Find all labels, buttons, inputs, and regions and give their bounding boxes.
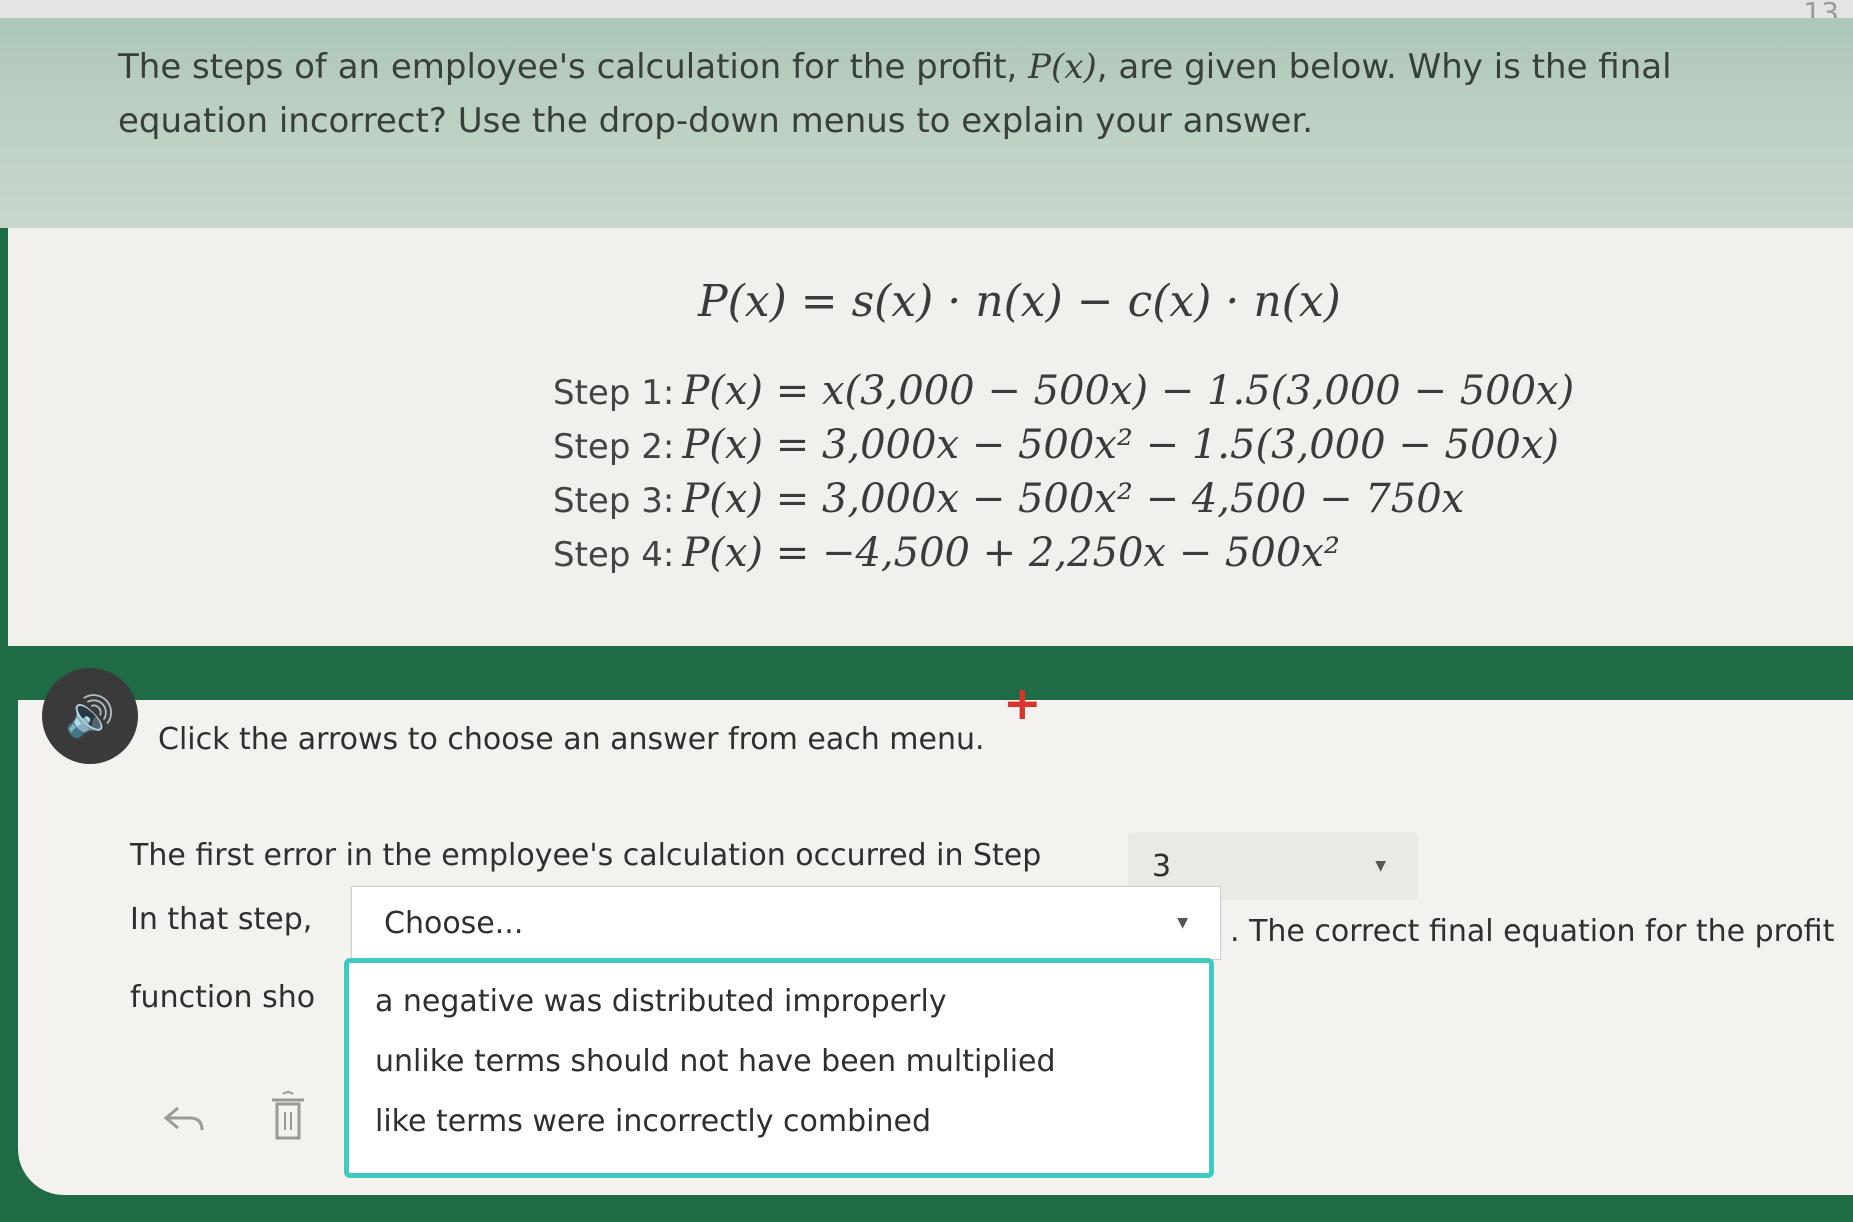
reason-select-placeholder: Choose... — [384, 905, 524, 941]
main-equation: P(x) = s(x) · n(x) − c(x) · n(x) — [698, 276, 1341, 327]
instruction-text: Click the arrows to choose an answer fro… — [158, 722, 985, 757]
chevron-down-icon[interactable]: ▼ — [1375, 858, 1386, 874]
audio-button[interactable]: 🔊 — [42, 668, 138, 764]
step-equation: P(x) = 3,000x − 500x² − 1.5(3,000 − 500x… — [682, 422, 1560, 468]
section-divider — [0, 646, 1853, 706]
prompt-line1-after: , are given below. Why is the final — [1096, 47, 1672, 87]
back-arrow-icon[interactable] — [160, 1100, 210, 1140]
step-label: Step 2: — [553, 427, 675, 467]
step-select-value: 3 — [1152, 848, 1172, 884]
step-equation: P(x) = 3,000x − 500x² − 4,500 − 750x — [682, 476, 1465, 522]
chevron-down-icon[interactable]: ▼ — [1177, 915, 1188, 931]
question-panel: P(x) = s(x) · n(x) − c(x) · n(x) Step 1:… — [8, 228, 1853, 646]
answer-panel: 🔊 Click the arrows to choose an answer f… — [18, 668, 1853, 1195]
step-row: Step 1: P(x) = x(3,000 − 500x) − 1.5(3,0… — [553, 368, 1574, 422]
audio-icon: 🔊 — [65, 693, 115, 740]
prompt-line1-before: The steps of an employee's calculation f… — [118, 47, 1029, 87]
step-list: Step 1: P(x) = x(3,000 − 500x) − 1.5(3,0… — [553, 368, 1574, 584]
function-text: function sho — [130, 980, 316, 1015]
trash-icon[interactable] — [268, 1088, 308, 1144]
dropdown-option[interactable]: a negative was distributed improperly — [349, 971, 1209, 1031]
prompt-text: The steps of an employee's calculation f… — [118, 40, 1848, 148]
dropdown-option[interactable]: unlike terms should not have been multip… — [349, 1031, 1209, 1091]
reason-dropdown-menu: a negative was distributed improperly un… — [344, 958, 1214, 1178]
step-equation: P(x) = −4,500 + 2,250x − 500x² — [682, 530, 1340, 576]
prompt-band: The steps of an employee's calculation f… — [0, 18, 1853, 228]
step-row: Step 2: P(x) = 3,000x − 500x² − 1.5(3,00… — [553, 422, 1574, 476]
prompt-line2: equation incorrect? Use the drop-down me… — [118, 101, 1314, 141]
top-strip — [0, 0, 1853, 18]
step-row: Step 4: P(x) = −4,500 + 2,250x − 500x² — [553, 530, 1574, 584]
step-equation: P(x) = x(3,000 − 500x) − 1.5(3,000 − 500… — [682, 368, 1575, 414]
dropdown-option[interactable]: like terms were incorrectly combined — [349, 1091, 1209, 1151]
reason-select[interactable]: Choose... ▼ — [351, 886, 1221, 960]
step-label: Step 1: — [553, 373, 675, 413]
step-row: Step 3: P(x) = 3,000x − 500x² − 4,500 − … — [553, 476, 1574, 530]
in-that-step-text: In that step, — [130, 902, 313, 937]
step-label: Step 3: — [553, 481, 675, 521]
cursor-plus-icon: + — [1003, 676, 1042, 730]
prompt-math: P(x) — [1028, 47, 1097, 87]
after-choose-text: . The correct final equation for the pro… — [1230, 914, 1835, 949]
step-label: Step 4: — [553, 535, 675, 575]
first-error-text: The first error in the employee's calcul… — [130, 838, 1042, 873]
